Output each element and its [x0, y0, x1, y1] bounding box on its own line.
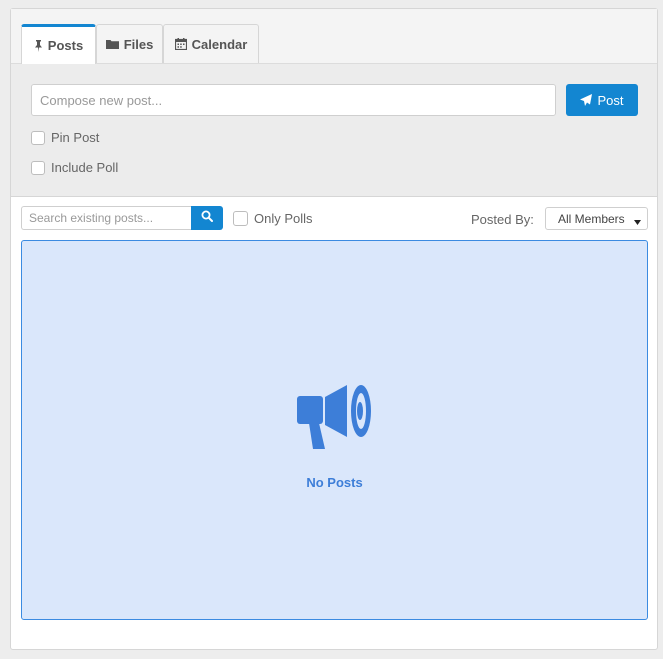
compose-input[interactable]	[31, 84, 556, 116]
search-group	[21, 206, 223, 230]
posted-by-value: All Members	[558, 211, 625, 226]
megaphone-icon	[295, 381, 375, 456]
tab-bar: Posts Files Calendar	[11, 9, 657, 64]
tab-posts-label: Posts	[47, 38, 84, 53]
posts-panel: Posts Files Calendar Post Pin Post	[10, 8, 658, 650]
post-button-label: Post	[597, 92, 624, 108]
only-polls-option[interactable]: Only Polls	[233, 211, 313, 226]
pin-post-option[interactable]: Pin Post	[31, 130, 99, 145]
post-button[interactable]: Post	[566, 84, 638, 116]
tab-posts[interactable]: Posts	[21, 24, 96, 64]
search-icon	[201, 209, 213, 227]
pin-post-label: Pin Post	[51, 130, 100, 145]
send-icon	[580, 94, 593, 106]
caret-down-icon	[634, 215, 641, 229]
empty-state-message: No Posts	[306, 475, 363, 490]
search-input[interactable]	[21, 206, 191, 230]
posted-by-label: Posted By:	[471, 212, 534, 227]
include-poll-option[interactable]: Include Poll	[31, 160, 118, 175]
pin-post-checkbox[interactable]	[31, 130, 45, 145]
folder-icon	[105, 39, 119, 49]
posted-by-select[interactable]: All Members	[545, 207, 648, 230]
only-polls-checkbox[interactable]	[233, 211, 248, 226]
include-poll-checkbox[interactable]	[31, 160, 45, 175]
search-button[interactable]	[191, 206, 223, 230]
tab-files-label: Files	[123, 36, 154, 52]
empty-state: No Posts	[21, 240, 648, 620]
tab-calendar[interactable]: Calendar	[163, 24, 259, 63]
tab-files[interactable]: Files	[96, 24, 163, 63]
include-poll-label: Include Poll	[51, 160, 119, 175]
compose-area: Post Pin Post Include Poll	[11, 64, 657, 197]
only-polls-label: Only Polls	[254, 211, 313, 226]
pin-icon	[34, 39, 43, 52]
tab-calendar-label: Calendar	[191, 36, 248, 52]
calendar-icon	[174, 38, 187, 50]
